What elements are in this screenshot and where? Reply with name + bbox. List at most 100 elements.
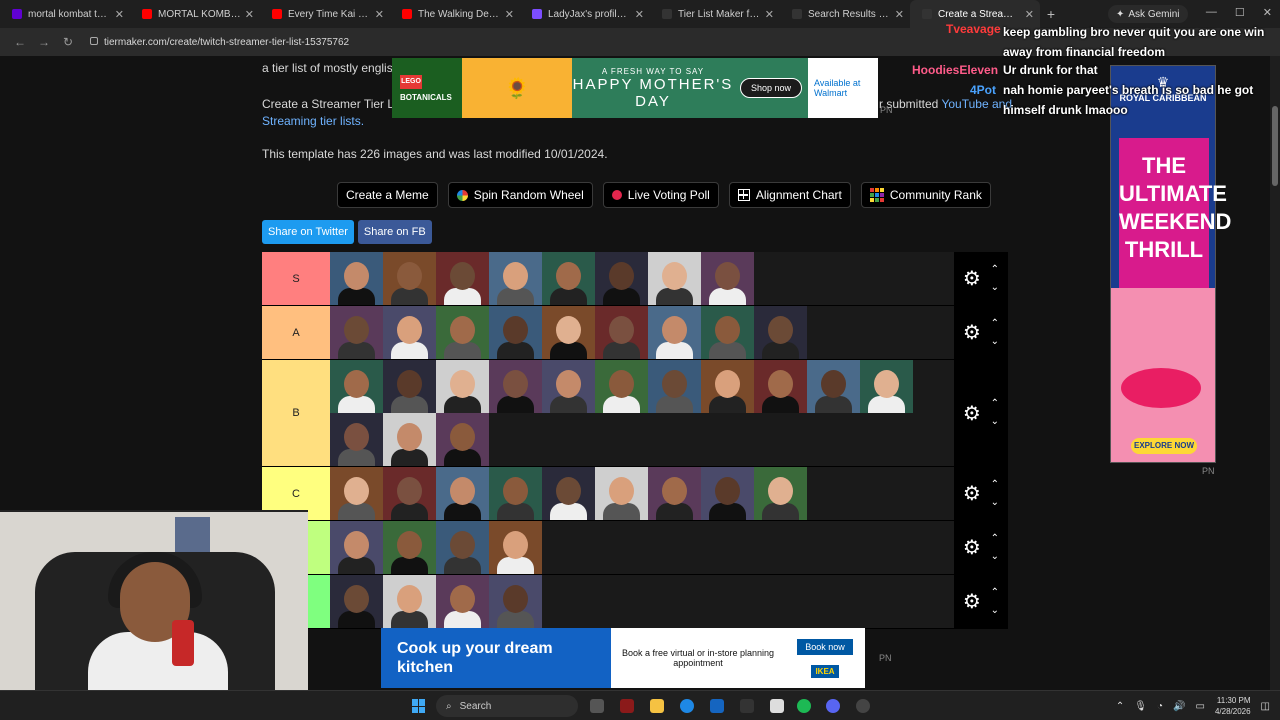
streamer-image[interactable]	[489, 575, 542, 628]
streamer-image[interactable]	[436, 413, 489, 466]
chevron-down-icon[interactable]: ⌄	[991, 333, 999, 351]
tab-close-icon[interactable]: ✕	[635, 8, 644, 21]
tab-close-icon[interactable]: ✕	[115, 8, 124, 21]
streamer-image[interactable]	[383, 360, 436, 413]
streamer-image[interactable]	[330, 413, 383, 466]
browser-tab[interactable]: The Walking Dead: Epi ✕	[390, 0, 520, 28]
share-facebook-button[interactable]: Share on FB	[357, 220, 432, 244]
notification-icon[interactable]: ◫	[1261, 701, 1270, 712]
streamer-image[interactable]	[542, 306, 595, 359]
tier-label[interactable]: B	[262, 360, 330, 466]
obs-icon[interactable]	[856, 699, 870, 713]
notepad-icon[interactable]	[770, 699, 784, 713]
new-tab-button[interactable]: +	[1040, 6, 1062, 22]
clock[interactable]: 11:30 PM 4/28/2026	[1215, 695, 1251, 717]
chevron-up-icon[interactable]: ⌃	[991, 476, 999, 494]
ad-book-button[interactable]: Book now	[797, 638, 853, 655]
microphone-icon[interactable]: 🎙	[1134, 701, 1147, 712]
app-icon[interactable]	[620, 699, 634, 713]
browser-tab[interactable]: Tier List Maker for Eve ✕	[650, 0, 780, 28]
streamer-image[interactable]	[330, 252, 383, 305]
chevron-down-icon[interactable]: ⌄	[991, 602, 999, 620]
chevron-down-icon[interactable]: ⌄	[991, 548, 999, 566]
ad-banner-bottom[interactable]: Cook up your dream kitchen Book a free v…	[381, 628, 865, 688]
chevron-up-icon[interactable]: ⌃	[991, 395, 999, 413]
tab-close-icon[interactable]: ✕	[375, 8, 384, 21]
streamer-image[interactable]	[436, 252, 489, 305]
community-rank-button[interactable]: Community Rank	[860, 182, 991, 208]
streamer-image[interactable]	[754, 467, 807, 520]
streamer-image[interactable]	[383, 413, 436, 466]
streamer-image[interactable]	[436, 467, 489, 520]
chevron-up-icon[interactable]: ⌃	[991, 261, 999, 279]
streamer-image[interactable]	[754, 360, 807, 413]
browser-tab[interactable]: Every Time Kai Cenat R ✕	[260, 0, 390, 28]
share-twitter-button[interactable]: Share on Twitter	[262, 220, 354, 244]
streamer-image[interactable]	[542, 252, 595, 305]
streamer-image[interactable]	[542, 467, 595, 520]
streamer-image[interactable]	[489, 467, 542, 520]
streamer-image[interactable]	[701, 252, 754, 305]
volume-icon[interactable]: 🔊	[1173, 701, 1185, 712]
ad-shop-button[interactable]: Shop now	[739, 78, 802, 98]
streamer-image[interactable]	[330, 521, 383, 574]
store-icon[interactable]	[710, 699, 724, 713]
back-icon[interactable]: ←	[8, 35, 32, 49]
streamer-image[interactable]	[489, 252, 542, 305]
wifi-icon[interactable]: ◔	[1157, 701, 1163, 712]
chevron-up-icon[interactable]: ⌃	[991, 315, 999, 333]
streamer-image[interactable]	[595, 467, 648, 520]
create-meme-button[interactable]: Create a Meme	[337, 182, 438, 208]
streamer-image[interactable]	[330, 360, 383, 413]
browser-tab[interactable]: Search Results for 'stre ✕	[780, 0, 910, 28]
streamer-image[interactable]	[383, 467, 436, 520]
streamer-image[interactable]	[701, 306, 754, 359]
task-view-icon[interactable]	[590, 699, 604, 713]
chevron-up-icon[interactable]: ⌃	[991, 530, 999, 548]
gear-icon[interactable]: ⚙	[963, 266, 981, 291]
streamer-image[interactable]	[648, 360, 701, 413]
streamer-image[interactable]	[701, 467, 754, 520]
streamer-image[interactable]	[436, 306, 489, 359]
streamer-image[interactable]	[489, 521, 542, 574]
tab-close-icon[interactable]: ✕	[245, 8, 254, 21]
chevron-up-icon[interactable]: ⌃	[991, 584, 999, 602]
file-explorer-icon[interactable]	[650, 699, 664, 713]
gear-icon[interactable]: ⚙	[963, 589, 981, 614]
minimize-icon[interactable]: —	[1206, 6, 1217, 19]
gear-icon[interactable]: ⚙	[963, 320, 981, 345]
streamer-image[interactable]	[330, 575, 383, 628]
spotify-icon[interactable]	[797, 699, 811, 713]
chevron-down-icon[interactable]: ⌄	[991, 413, 999, 431]
streamer-image[interactable]	[648, 467, 701, 520]
ask-gemini-button[interactable]: ✦ Ask Gemini	[1108, 5, 1188, 23]
streamer-image[interactable]	[436, 575, 489, 628]
streamer-image[interactable]	[754, 306, 807, 359]
tab-close-icon[interactable]: ✕	[505, 8, 514, 21]
browser-tab[interactable]: LadyJax's profile - E-Pal ✕	[520, 0, 650, 28]
chevron-down-icon[interactable]: ⌄	[991, 279, 999, 297]
maximize-icon[interactable]: ☐	[1235, 6, 1245, 19]
page-scrollbar[interactable]	[1270, 56, 1280, 690]
streamer-image[interactable]	[330, 306, 383, 359]
streamer-image[interactable]	[436, 521, 489, 574]
streamer-image[interactable]	[436, 360, 489, 413]
streaming-tier-lists-link[interactable]: Streaming tier lists.	[262, 114, 364, 128]
edge-icon[interactable]	[680, 699, 694, 713]
streamer-image[interactable]	[595, 306, 648, 359]
url-field[interactable]: tiermaker.com/create/twitch-streamer-tie…	[90, 36, 349, 48]
ad-banner-top[interactable]: LEGO BOTANICALS 🌻 A FRESH WAY TO SAY HAPPY…	[392, 58, 878, 118]
close-icon[interactable]: ✕	[1263, 6, 1272, 19]
windows-start-icon[interactable]	[412, 699, 426, 713]
streamer-image[interactable]	[383, 252, 436, 305]
ad-banner-side[interactable]: ♛ ROYAL CARIBBEAN THE ULTIMATE WEEKEND T…	[1110, 65, 1231, 463]
streamer-image[interactable]	[648, 252, 701, 305]
streamer-image[interactable]	[383, 521, 436, 574]
tab-close-icon[interactable]: ✕	[895, 8, 904, 21]
live-voting-poll-button[interactable]: Live Voting Poll	[602, 182, 719, 208]
gear-icon[interactable]: ⚙	[963, 535, 981, 560]
youtube-link[interactable]: YouTube and	[941, 97, 1012, 111]
gear-icon[interactable]: ⚙	[963, 481, 981, 506]
streamer-image[interactable]	[489, 306, 542, 359]
tab-close-icon[interactable]: ✕	[765, 8, 774, 21]
